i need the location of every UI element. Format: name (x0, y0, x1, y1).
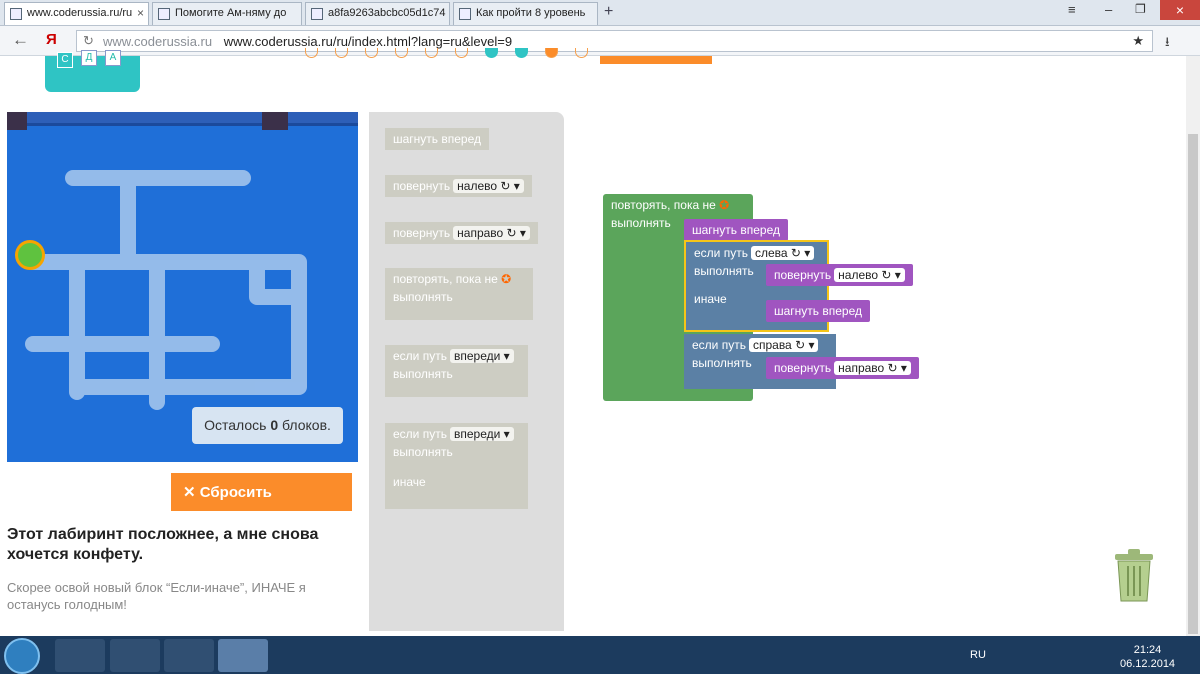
direction-dropdown[interactable]: направо ↻ ▾ (834, 361, 911, 375)
toolbox-if-else[interactable]: если путь впереди ▾ выполнять иначе (385, 423, 528, 509)
level-dot[interactable] (305, 48, 318, 58)
header-button[interactable] (600, 56, 712, 64)
level-description: Скорее освой новый блок “Если-иначе”, ИН… (7, 580, 306, 612)
logo-letter: С (57, 52, 73, 68)
om-nom-character (15, 240, 45, 270)
level-dot[interactable] (485, 48, 498, 58)
path-dropdown[interactable]: слева ↻ ▾ (750, 246, 815, 260)
tab-label: Как пройти 8 уровень (476, 7, 586, 19)
level-dot-current[interactable] (545, 48, 558, 58)
reload-icon[interactable]: ↻ (83, 33, 94, 49)
level-dot[interactable] (365, 48, 378, 58)
direction-dropdown[interactable]: налево ↻ ▾ (453, 179, 524, 193)
turn-left-block[interactable]: повернуть налево ↻ ▾ (766, 264, 913, 286)
bookmark-star-icon[interactable]: ★ (1132, 33, 1144, 49)
site-icon (459, 8, 471, 20)
goal-icon: ✪ (501, 272, 512, 286)
remaining-count: 0 (270, 417, 279, 433)
reset-button[interactable]: ✕ Сбросить (171, 473, 352, 511)
restore-icon[interactable]: ❐ (1135, 2, 1146, 16)
toolbox-turn-left[interactable]: повернуть налево ↻ ▾ (385, 175, 532, 197)
new-tab-icon[interactable]: + (604, 3, 613, 21)
tab-help[interactable]: Помогите Ам-няму до (152, 2, 302, 25)
level-dot[interactable] (515, 48, 528, 58)
path-dropdown[interactable]: справа ↻ ▾ (748, 338, 819, 352)
yandex-icon[interactable]: Я (46, 31, 57, 48)
downloads-icon[interactable]: ⭳ (1165, 33, 1170, 55)
level-dot[interactable] (575, 48, 588, 58)
tab-label: a8fa9263abcbc05d1c74 (328, 7, 446, 19)
move-forward-block[interactable]: шагнуть вперед (684, 219, 789, 241)
level-dot[interactable] (425, 48, 438, 58)
site-icon (10, 8, 22, 20)
page-scrollbar[interactable] (1186, 56, 1200, 636)
tab-image[interactable]: a8fa9263abcbc05d1c74 (305, 2, 450, 25)
level-title: Этот лабиринт посложнее, а мне снова хоч… (7, 526, 319, 563)
explorer-taskbar-icon[interactable] (55, 639, 105, 672)
scrollbar-thumb[interactable] (1188, 134, 1198, 634)
menu-icon[interactable]: ≡ (1068, 2, 1076, 17)
logo-letter: Д (81, 50, 97, 66)
toolbox-turn-right[interactable]: повернуть направо ↻ ▾ (385, 222, 538, 244)
turn-right-block[interactable]: повернуть направо ↻ ▾ (766, 357, 919, 379)
blocks-remaining: Осталось 0 блоков. (192, 407, 343, 444)
network-taskbar-icon[interactable] (110, 639, 160, 672)
level-dot[interactable] (455, 48, 468, 58)
direction-dropdown[interactable]: налево ↻ ▾ (834, 268, 905, 282)
remaining-prefix: Осталось (204, 417, 271, 433)
yandex-taskbar-icon[interactable] (218, 639, 268, 672)
minimize-icon[interactable]: – (1105, 2, 1112, 17)
browser-tab-bar: www.coderussia.ru/ru × Помогите Ам-няму … (0, 0, 1200, 26)
clock[interactable]: 21:24 06.12.2014 (1120, 643, 1175, 671)
language-indicator[interactable]: RU (970, 649, 986, 661)
url-text: www.coderussia.ru/ru/index.html?lang=ru&… (223, 34, 513, 49)
toolbox-move-forward[interactable]: шагнуть вперед (385, 128, 490, 150)
tab-label: Помогите Ам-няму до (175, 7, 287, 19)
tanks-taskbar-icon[interactable] (164, 639, 214, 672)
file-icon (311, 8, 323, 20)
toolbox-repeat-until[interactable]: повторять, пока не ✪ выполнять (385, 268, 533, 320)
logo-letter: А (105, 50, 121, 66)
url-host: www.coderussia.ru (103, 34, 213, 49)
start-button[interactable] (4, 638, 40, 674)
path-dropdown[interactable]: впереди ▾ (449, 427, 514, 441)
direction-dropdown[interactable]: направо ↻ ▾ (453, 226, 530, 240)
back-icon[interactable]: ← (12, 30, 29, 50)
url-field[interactable]: ↻ www.coderussia.ru www.coderussia.ru/ru… (76, 30, 1153, 52)
tab-label: www.coderussia.ru/ru (27, 7, 133, 19)
close-window-icon[interactable]: × (1160, 0, 1200, 20)
goal-icon: ✪ (719, 198, 730, 212)
remaining-suffix: блоков. (278, 417, 331, 433)
move-forward-block[interactable]: шагнуть вперед (766, 300, 871, 322)
site-icon (158, 8, 170, 20)
path-dropdown[interactable]: впереди ▾ (449, 349, 514, 363)
tab-coderussia[interactable]: www.coderussia.ru/ru × (4, 2, 149, 25)
trash-icon[interactable] (1113, 548, 1155, 603)
toolbox-if-path[interactable]: если путь впереди ▾ выполнять (385, 345, 528, 397)
reset-label: Сбросить (199, 484, 272, 501)
level-dot[interactable] (395, 48, 408, 58)
close-tab-icon[interactable]: × (137, 6, 144, 20)
tab-level8[interactable]: Как пройти 8 уровень (453, 2, 598, 25)
level-dot[interactable] (335, 48, 348, 58)
close-icon: ✕ (183, 484, 200, 501)
